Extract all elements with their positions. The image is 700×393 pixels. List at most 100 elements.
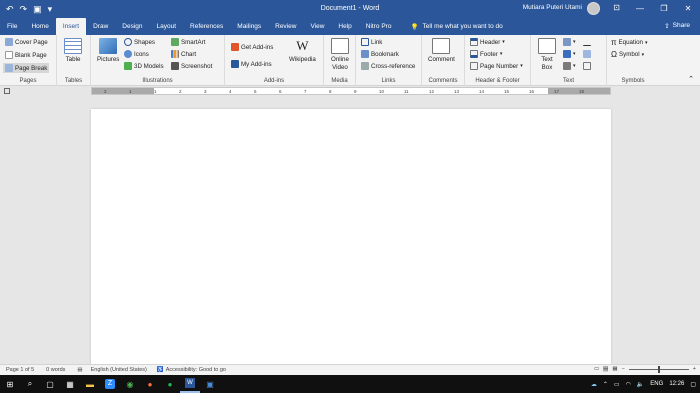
minimize-icon[interactable]: — — [628, 0, 652, 18]
header-button[interactable]: Header ▾ — [470, 38, 505, 46]
start-icon[interactable]: ⊞ — [0, 375, 20, 393]
signature-line-icon[interactable] — [583, 38, 591, 46]
read-mode-icon[interactable]: ▭ — [594, 366, 599, 372]
comment-icon — [432, 38, 451, 54]
save-icon[interactable]: ▣ — [33, 4, 42, 14]
lightbulb-icon: 💡 — [410, 23, 419, 31]
page-number-button[interactable]: Page Number ▾ — [470, 62, 523, 70]
restore-icon[interactable]: ❐ — [652, 0, 676, 18]
weather-icon[interactable]: ☁ — [591, 381, 597, 388]
smartart-button[interactable]: SmartArt — [171, 38, 205, 46]
3d-models-button[interactable]: 3D Models — [124, 62, 164, 70]
icons-button[interactable]: Icons — [124, 50, 149, 58]
calculator-icon[interactable]: ▦ — [60, 375, 80, 393]
tell-me-box[interactable]: 💡 Tell me what you want to do — [398, 18, 502, 35]
ruler-tick: 2 — [179, 89, 182, 94]
tab-draw[interactable]: Draw — [86, 18, 115, 35]
equation-button[interactable]: π Equation ▾ — [611, 38, 647, 47]
customize-icon[interactable]: ▾ — [48, 4, 53, 14]
tab-nitro-pro[interactable]: Nitro Pro — [359, 18, 399, 35]
page-break-button[interactable]: Page Break — [3, 63, 50, 73]
wordart-icon[interactable]: ▾ — [563, 50, 576, 58]
date-time-icon[interactable] — [583, 50, 591, 58]
object-icon[interactable] — [583, 62, 591, 70]
cover-page-button[interactable]: Cover Page — [5, 38, 48, 46]
page-count[interactable]: Page 1 of 5 — [0, 367, 34, 373]
avatar[interactable] — [587, 2, 600, 15]
tab-insert[interactable]: Insert — [55, 18, 87, 35]
cross-reference-button[interactable]: Cross-reference — [361, 62, 415, 70]
text-box-button[interactable]: Text Box — [536, 38, 558, 72]
ruler-tick: 12 — [429, 89, 435, 94]
accessibility-status[interactable]: Accessibility: Good to go — [164, 367, 226, 373]
share-button[interactable]: ⇪ Share — [664, 22, 690, 30]
wikipedia-button[interactable]: W Wikipedia — [289, 38, 316, 64]
search-icon[interactable]: ⌕ — [20, 375, 40, 393]
tab-review[interactable]: Review — [268, 18, 303, 35]
file-explorer-icon[interactable]: ▬ — [80, 375, 100, 393]
comment-button[interactable]: Comment — [428, 38, 455, 64]
close-icon[interactable]: ✕ — [676, 0, 700, 18]
document-page[interactable] — [91, 109, 611, 364]
pictures-button[interactable]: Pictures — [97, 38, 119, 64]
taskbar: ⊞ ⌕ ▢ ▦ ▬ Z ◉ ● ● W ▣ ☁ ⌃ ▭ ◠ 🔈 ENG 12:2… — [0, 375, 700, 393]
zoom-thumb[interactable] — [657, 365, 660, 373]
ribbon-display-options-icon[interactable]: ⊡ — [613, 3, 620, 12]
spotify-icon[interactable]: ● — [160, 375, 180, 393]
get-add-ins-button[interactable]: Get Add-ins — [231, 43, 273, 51]
word-count[interactable]: 0 words — [34, 367, 65, 373]
tab-design[interactable]: Design — [115, 18, 149, 35]
cover-page-icon — [5, 38, 13, 46]
task-view-icon[interactable]: ▢ — [40, 375, 60, 393]
wifi-icon[interactable]: ◠ — [626, 381, 631, 388]
tab-mailings[interactable]: Mailings — [230, 18, 268, 35]
firefox-icon[interactable]: ● — [140, 375, 160, 393]
status-bar: Page 1 of 5 0 words ▤ English (United St… — [0, 364, 700, 375]
drop-cap-icon[interactable]: ▾ — [563, 62, 576, 70]
show-hidden-icon[interactable]: ⌃ — [603, 381, 608, 388]
volume-icon[interactable]: 🔈 — [637, 381, 644, 388]
tab-home[interactable]: Home — [24, 18, 55, 35]
battery-icon[interactable]: ▭ — [614, 381, 620, 388]
tab-view[interactable]: View — [303, 18, 331, 35]
online-video-button[interactable]: Online Video — [327, 38, 353, 72]
undo-icon[interactable]: ↶ — [6, 4, 14, 14]
tab-help[interactable]: Help — [331, 18, 358, 35]
word-app-icon[interactable]: W — [180, 375, 200, 393]
collapse-ribbon-icon[interactable]: ⌃ — [688, 75, 694, 83]
my-add-ins-button[interactable]: My Add-ins — [231, 60, 272, 68]
table-button[interactable]: Table — [64, 38, 82, 64]
ruler-tick: 11 — [404, 89, 409, 94]
chart-button[interactable]: Chart — [171, 50, 196, 58]
tab-layout[interactable]: Layout — [150, 18, 184, 35]
icons-icon — [124, 50, 132, 58]
zoom-in-icon[interactable]: + — [693, 366, 696, 372]
proofing-icon[interactable]: ▤ — [65, 367, 82, 373]
notification-icon[interactable]: ▢ — [690, 381, 696, 388]
chrome-icon[interactable]: ◉ — [120, 375, 140, 393]
tab-file[interactable]: File — [0, 18, 24, 35]
zoom-out-icon[interactable]: − — [622, 366, 625, 372]
blank-page-button[interactable]: Blank Page — [5, 51, 47, 59]
language[interactable]: English (United States) — [83, 367, 147, 373]
clock[interactable]: 12:26 — [669, 381, 684, 387]
symbol-button[interactable]: Ω Symbol ▾ — [611, 50, 644, 59]
link-button[interactable]: Link — [361, 38, 382, 46]
screenshot-button[interactable]: Screenshot — [171, 62, 212, 70]
redo-icon[interactable]: ↷ — [20, 4, 28, 14]
tab-selector-icon[interactable] — [4, 88, 10, 94]
tab-references[interactable]: References — [183, 18, 230, 35]
language-indicator[interactable]: ENG — [650, 381, 663, 387]
shapes-button[interactable]: Shapes — [124, 38, 155, 46]
app-icon[interactable]: ▣ — [200, 375, 220, 393]
user-name[interactable]: Mutiara Puteri Utami — [523, 4, 582, 11]
horizontal-ruler[interactable]: 2 1 1 2 3 4 5 6 7 8 9 10 11 12 13 14 15 16 17 18 — [91, 87, 611, 95]
footer-button[interactable]: Footer ▾ — [470, 50, 502, 58]
zoom-slider[interactable] — [628, 365, 689, 373]
web-layout-icon[interactable]: ▦ — [612, 366, 617, 372]
ruler-tick: 17 — [554, 89, 560, 94]
print-layout-icon[interactable]: ▤ — [603, 366, 609, 372]
quick-parts-icon[interactable]: ▾ — [563, 38, 576, 46]
bookmark-button[interactable]: Bookmark — [361, 50, 399, 58]
zoom-app-icon[interactable]: Z — [100, 375, 120, 393]
